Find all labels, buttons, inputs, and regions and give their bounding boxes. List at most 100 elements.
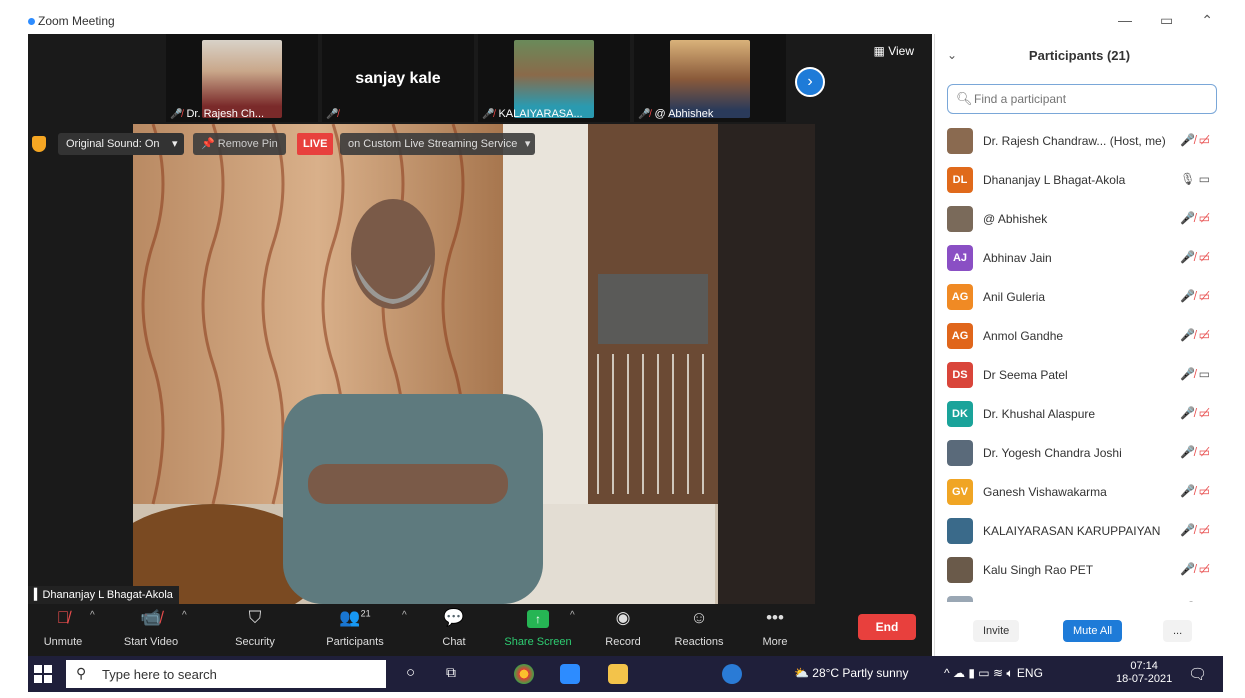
participant-row[interactable]: @ Abhishek 🎤̸ ▭̸ [935,200,1224,239]
participant-name: Dr Seema Patel [983,368,1068,382]
share-screen-button[interactable]: ↑ Share Screen [503,608,573,648]
video-off-icon[interactable]: ▭̸ [1195,133,1210,147]
usb-icon[interactable]: ▮ [968,666,975,680]
video-off-icon[interactable]: ▭̸ [1195,445,1210,459]
thumbnail-sanjay[interactable]: sanjay kale 🎤̸ [322,34,474,122]
thumbnail-kalaiyarasan[interactable]: 🎤̸ KALAIYARASA... [478,34,630,122]
chat-button[interactable]: 💬 Chat [419,608,489,648]
participant-row[interactable]: DS Dr Seema Patel 🎤̸ ▭ [935,356,1224,395]
participant-status-icons: 🎤̸ ▭ [1180,367,1210,381]
cortana-icon[interactable]: ○ [406,664,415,681]
tray-expand-icon[interactable]: ^ [944,666,950,680]
cloud-icon[interactable]: ☁ [953,666,965,680]
video-on-icon[interactable]: ▭ [1195,172,1210,186]
mic-muted-icon[interactable]: 🎤̸ [1180,484,1195,498]
security-shield-icon[interactable] [32,136,46,152]
help-icon[interactable] [722,664,742,684]
find-participant-field[interactable]: 🔍︎ [947,84,1217,114]
mute-all-button[interactable]: Mute All [1063,620,1123,642]
zoom-taskbar-icon[interactable] [560,664,580,684]
live-streaming-service-button[interactable]: on Custom Live Streaming Service ▾ [340,133,536,155]
participant-row[interactable]: Dr. Rajesh Chandraw... (Host, me) 🎤̸ ▭̸ [935,122,1224,161]
volume-icon[interactable]: 🔈︎ [1006,666,1013,680]
video-off-icon[interactable]: ▭̸ [1195,328,1210,342]
find-participant-input[interactable] [974,86,1214,112]
windows-start-icon[interactable] [34,665,52,683]
security-button[interactable]: ⛉ Security [220,608,290,648]
unmute-button[interactable]: 🎙̸ Unmute [28,608,98,648]
participant-name: @ Abhishek [983,212,1048,226]
mic-muted-icon[interactable]: 🎤̸ [1180,133,1195,147]
mic-muted-icon[interactable]: 🎤̸ [1180,289,1195,303]
video-off-icon[interactable]: ▭̸ [1195,562,1210,576]
mic-muted-icon[interactable]: 🎤̸ [1180,445,1195,459]
mic-muted-icon[interactable]: 🎤̸ [1180,601,1195,602]
video-off-icon[interactable]: ▭̸ [1195,484,1210,498]
original-sound-button[interactable]: Original Sound: On ▾ [58,133,184,155]
video-off-icon[interactable]: ▭̸ [1195,601,1210,602]
mic-muted-icon[interactable]: 🎤̸ [1180,211,1195,225]
reactions-button[interactable]: ☺ Reactions [664,608,734,648]
avatar: GV [947,479,973,505]
end-meeting-button[interactable]: End [858,614,916,640]
start-video-button[interactable]: 📹̸ Start Video [116,608,186,648]
avatar [947,128,973,154]
audio-options-caret-icon[interactable]: ^ [90,610,95,621]
participants-button[interactable]: 👥21 Participants [320,608,390,648]
participant-row[interactable]: DL Dhananjay L Bhagat-Akola 🎙 ▭ [935,161,1224,200]
video-options-caret-icon[interactable]: ^ [182,610,187,621]
collapse-icon[interactable]: ⌃ [1201,12,1213,29]
thumbnail-rajesh[interactable]: 🎤̸ Dr. Rajesh Ch... [166,34,318,122]
battery-icon[interactable]: ▭ [978,666,989,680]
mic-on-icon[interactable]: 🎙 [1180,172,1195,186]
next-page-arrow-icon[interactable]: › [795,67,825,97]
wifi-icon[interactable]: ≋ [993,666,1003,680]
taskbar-search-box[interactable]: ⚲ Type here to search [66,660,386,688]
title-bar: Zoom Meeting — ▭ ⌃ [28,10,1223,34]
participant-status-icons: 🎤̸ ▭̸ [1180,289,1210,303]
participant-row[interactable]: KALAIYARASAN KARUPPAIYAN 🎤̸ ▭̸ [935,512,1224,551]
video-on-icon[interactable]: ▭ [1195,367,1210,381]
video-off-icon[interactable]: ▭̸ [1195,289,1210,303]
more-dots-icon: ••• [766,608,784,627]
remove-pin-button[interactable]: 📌 Remove Pin [193,133,286,155]
participant-row[interactable]: KKAMAL CHANDRA BISWAS🎤̸ ▭̸ [935,590,1224,602]
invite-button[interactable]: Invite [973,620,1020,642]
participants-caret-icon[interactable]: ^ [402,610,407,621]
file-explorer-icon[interactable] [608,664,628,684]
panel-more-button[interactable]: ... [1163,620,1193,642]
more-button[interactable]: ••• More [740,608,810,648]
record-button[interactable]: ◉ Record [588,608,658,648]
chrome-icon[interactable] [514,664,534,684]
restore-icon[interactable]: ▭ [1160,12,1173,29]
participant-row[interactable]: Kalu Singh Rao PET 🎤̸ ▭̸ [935,551,1224,590]
mic-muted-icon[interactable]: 🎤̸ [1180,406,1195,420]
avatar [947,206,973,232]
mic-muted-icon[interactable]: 🎤̸ [1180,328,1195,342]
participant-row[interactable]: DK Dr. Khushal Alaspure 🎤̸ ▭̸ [935,395,1224,434]
video-off-icon[interactable]: ▭̸ [1195,250,1210,264]
participant-row[interactable]: Dr. Yogesh Chandra Joshi 🎤̸ ▭̸ [935,434,1224,473]
participant-row[interactable]: AG Anmol Gandhe 🎤̸ ▭̸ [935,317,1224,356]
mic-muted-icon[interactable]: 🎤̸ [1180,250,1195,264]
participant-row[interactable]: AJ Abhinav Jain 🎤̸ ▭̸ [935,239,1224,278]
minimize-icon[interactable]: — [1118,12,1132,29]
mic-muted-icon[interactable]: 🎤̸ [1180,562,1195,576]
share-caret-icon[interactable]: ^ [570,610,575,621]
windows-taskbar: ⚲ Type here to search ○ ⧉ ⛅ 28°C Partly … [28,656,1223,692]
participant-row[interactable]: GV Ganesh Vishawakarma 🎤̸ ▭̸ [935,473,1224,512]
mic-muted-icon[interactable]: 🎤̸ [1180,367,1195,381]
task-view-icon[interactable]: ⧉ [446,664,456,681]
notifications-icon[interactable]: 🗨︎ [1188,665,1207,683]
mic-muted-icon[interactable]: 🎤̸ [1180,523,1195,537]
view-button[interactable]: ▦ View [874,44,914,58]
video-off-icon[interactable]: ▭̸ [1195,406,1210,420]
thumbnail-abhishek[interactable]: 🎤̸ @ Abhishek [634,34,786,122]
language-indicator[interactable]: ENG [1017,666,1043,680]
video-off-icon[interactable]: ▭̸ [1195,523,1210,537]
zoom-logo-icon [28,18,35,26]
participant-row[interactable]: AG Anil Guleria 🎤̸ ▭̸ [935,278,1224,317]
video-off-icon[interactable]: ▭̸ [1195,211,1210,225]
taskbar-clock[interactable]: 07:14 18-07-2021 [1116,660,1172,686]
weather-widget[interactable]: ⛅ 28°C Partly sunny [794,666,908,680]
